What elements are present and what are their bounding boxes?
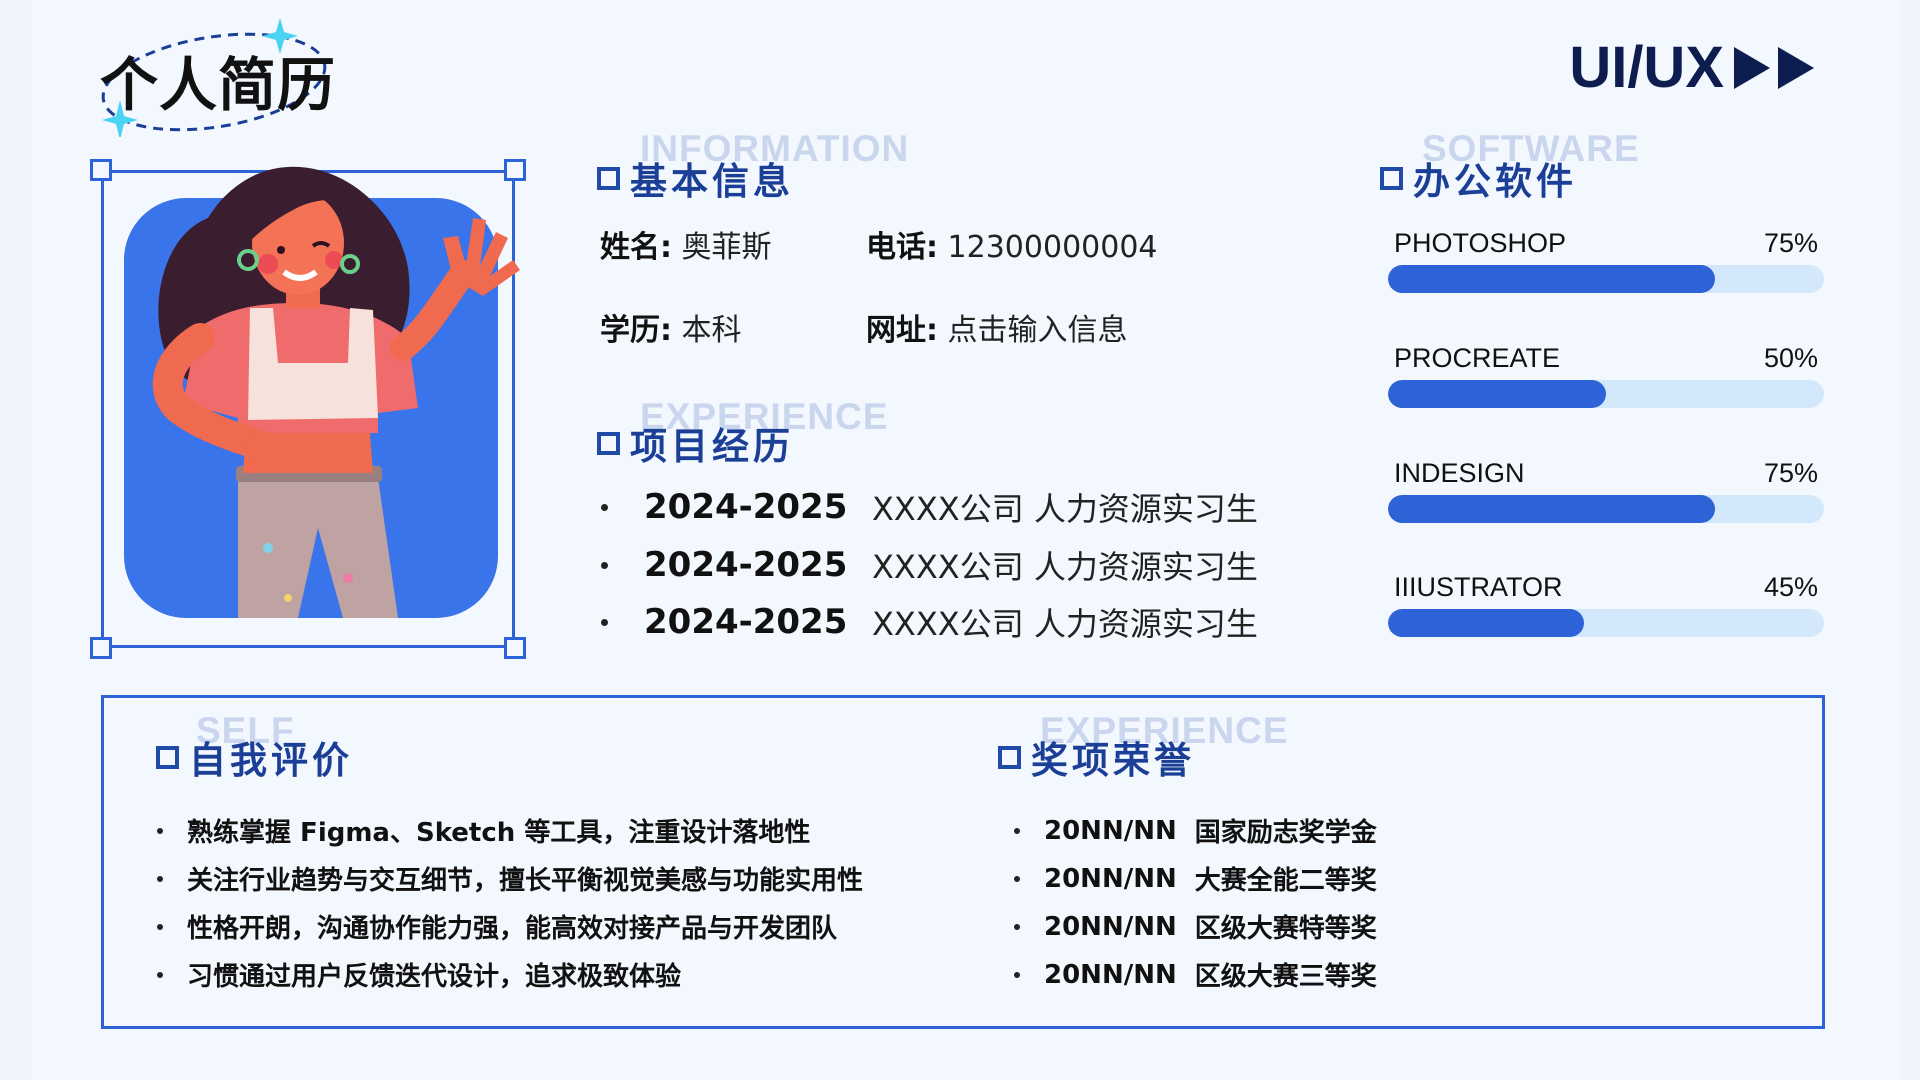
award-name: 大赛全能二等奖	[1194, 866, 1377, 896]
education-label: 学历:	[600, 313, 672, 348]
square-icon	[1380, 166, 1403, 190]
education-value: 本科	[681, 313, 742, 348]
skill-track	[1388, 265, 1824, 293]
brand-text: UI/UX	[1569, 35, 1724, 100]
skill-percent: 50%	[1763, 343, 1818, 373]
self-eval-text: 关注行业趋势与交互细节，擅长平衡视觉美感与功能实用性	[187, 866, 864, 896]
bullet-icon	[1014, 971, 1020, 978]
self-eval-text: 习惯通过用户反馈迭代设计，追求极致体验	[187, 962, 682, 992]
phone-value: 12300000004	[947, 230, 1158, 265]
bullet-icon	[157, 971, 163, 978]
project-desc: XXXX公司 人力资源实习生	[872, 490, 1258, 528]
awards-heading: 奖项荣誉	[998, 730, 1195, 784]
name-label: 姓名:	[600, 230, 672, 265]
project-year: 2024-2025	[644, 545, 848, 585]
bullet-icon	[601, 561, 608, 569]
skill-track	[1388, 380, 1824, 408]
software-heading: 办公软件	[1380, 151, 1577, 205]
award-date: 20NN/NN	[1044, 863, 1177, 894]
project-year: 2024-2025	[644, 487, 848, 527]
project-year: 2024-2025	[644, 602, 848, 642]
brand-mark: UI/UX	[1569, 34, 1814, 101]
award-date: 20NN/NN	[1044, 959, 1177, 990]
skill-track	[1388, 609, 1824, 637]
self-eval-item: 习惯通过用户反馈迭代设计，追求极致体验	[157, 956, 681, 993]
award-item: 20NN/NN 区级大赛三等奖	[1014, 956, 1377, 993]
skill-name: PHOTOSHOP	[1394, 228, 1567, 258]
project-desc: XXXX公司 人力资源实习生	[872, 548, 1258, 586]
page-title: 个人简历	[100, 51, 337, 119]
award-name: 区级大赛三等奖	[1194, 962, 1377, 992]
skill-name: IIIUSTRATOR	[1394, 572, 1563, 602]
bullet-icon	[1014, 827, 1020, 834]
skill-fill	[1388, 495, 1715, 523]
phone-field: 电话: 12300000004	[866, 222, 1158, 266]
project-item: 2024-2025 XXXX公司 人力资源实习生	[601, 484, 1258, 530]
square-icon	[597, 431, 620, 455]
square-icon	[597, 166, 620, 190]
award-item: 20NN/NN 国家励志奖学金	[1014, 812, 1377, 849]
self-eval-item: 关注行业趋势与交互细节，擅长平衡视觉美感与功能实用性	[157, 860, 863, 897]
skill-bar: IIIUSTRATOR 45%	[1388, 572, 1824, 637]
skill-bar: PHOTOSHOP 75%	[1388, 228, 1824, 293]
award-name: 区级大赛特等奖	[1194, 914, 1377, 944]
skill-track	[1388, 495, 1824, 523]
skill-name: PROCREATE	[1394, 343, 1561, 373]
name-value: 奥菲斯	[681, 230, 772, 265]
bullet-icon	[157, 923, 163, 930]
award-item: 20NN/NN 区级大赛特等奖	[1014, 908, 1377, 945]
skill-fill	[1388, 380, 1606, 408]
bullet-icon	[157, 827, 163, 834]
name-field: 姓名: 奥菲斯	[600, 222, 772, 266]
education-field: 学历: 本科	[600, 305, 742, 349]
website-label: 网址:	[866, 313, 938, 348]
bullet-icon	[601, 618, 608, 626]
bullet-icon	[157, 875, 163, 882]
basic-info-heading: 基本信息	[597, 151, 794, 205]
award-date: 20NN/NN	[1044, 911, 1177, 942]
play-arrow-icon	[1734, 46, 1770, 89]
project-item: 2024-2025 XXXX公司 人力资源实习生	[601, 542, 1258, 588]
title-badge: 个人简历	[94, 12, 337, 137]
awards-title: 奖项荣誉	[1031, 739, 1195, 782]
skill-name: INDESIGN	[1394, 458, 1525, 488]
bullet-icon	[1014, 875, 1020, 882]
bullet-icon	[601, 503, 608, 511]
project-desc: XXXX公司 人力资源实习生	[872, 605, 1258, 643]
skill-bar: INDESIGN 75%	[1388, 458, 1824, 523]
software-title: 办公软件	[1413, 160, 1577, 203]
self-eval-text: 熟练掌握 Figma、Sketch 等工具，注重设计落地性	[187, 818, 811, 848]
square-icon	[998, 745, 1021, 769]
basic-info-title: 基本信息	[630, 160, 794, 203]
phone-label: 电话:	[866, 230, 938, 265]
award-name: 国家励志奖学金	[1194, 818, 1377, 848]
self-eval-heading: 自我评价	[156, 730, 353, 784]
illustrated-woman-avatar-icon	[124, 166, 520, 618]
play-arrow-icon	[1778, 46, 1814, 89]
skill-percent: 75%	[1763, 458, 1818, 488]
projects-title: 项目经历	[630, 425, 794, 468]
skill-percent: 45%	[1763, 572, 1818, 602]
bullet-icon	[1014, 923, 1020, 930]
self-eval-text: 性格开朗，沟通协作能力强，能高效对接产品与开发团队	[187, 914, 838, 944]
self-eval-title: 自我评价	[189, 739, 353, 782]
projects-heading: 项目经历	[597, 416, 794, 470]
website-field[interactable]: 网址: 点击输入信息	[866, 305, 1128, 349]
square-icon	[156, 745, 179, 769]
skill-fill	[1388, 609, 1585, 637]
self-eval-item: 性格开朗，沟通协作能力强，能高效对接产品与开发团队	[157, 908, 837, 945]
skill-percent: 75%	[1763, 228, 1818, 258]
website-value[interactable]: 点击输入信息	[948, 313, 1128, 348]
skill-bar: PROCREATE 50%	[1388, 343, 1824, 408]
project-item: 2024-2025 XXXX公司 人力资源实习生	[601, 599, 1258, 645]
skill-fill	[1388, 265, 1715, 293]
self-eval-item: 熟练掌握 Figma、Sketch 等工具，注重设计落地性	[157, 812, 810, 849]
award-item: 20NN/NN 大赛全能二等奖	[1014, 860, 1377, 897]
award-date: 20NN/NN	[1044, 815, 1177, 846]
